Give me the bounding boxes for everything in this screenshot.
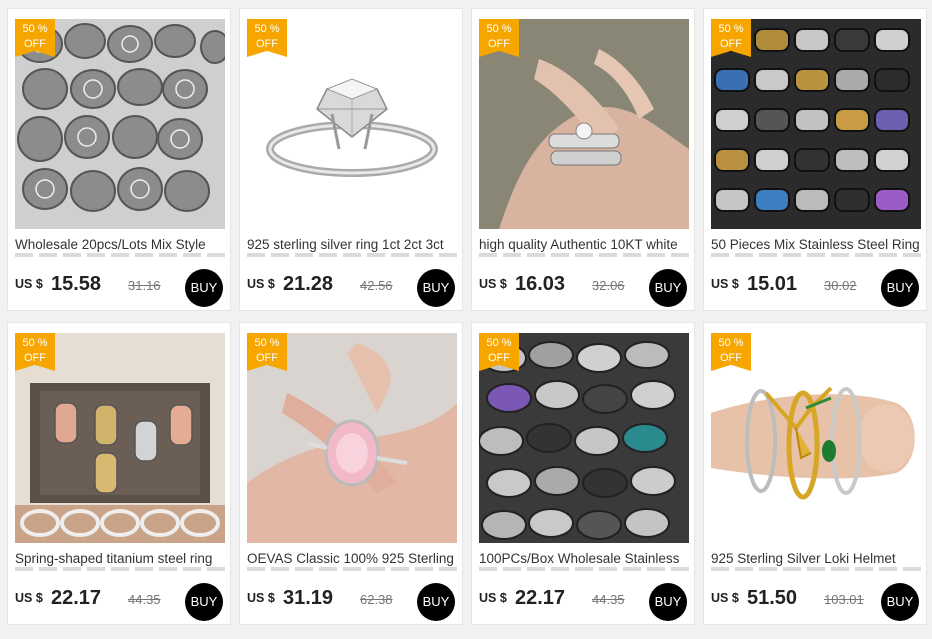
product-title[interactable]: high quality Authentic 10KT white (479, 235, 693, 253)
product-title[interactable]: Wholesale 20pcs/Lots Mix Style (15, 235, 229, 253)
product-title[interactable]: 50 Pieces Mix Stainless Steel Ring (711, 235, 925, 253)
title-overflow (479, 253, 689, 257)
original-price: 44.35 (128, 592, 161, 607)
discount-percent: 50 % (486, 23, 512, 35)
product-card[interactable]: 50 % OFF high quality Authentic 10KT whi… (471, 8, 695, 311)
product-image[interactable]: 50 % OFF (711, 333, 921, 543)
title-overflow (15, 567, 225, 571)
buy-button[interactable]: BUY (881, 269, 919, 307)
product-title[interactable]: OEVAS Classic 100% 925 Sterling (247, 549, 461, 567)
currency-label: US $ (479, 591, 507, 605)
product-image[interactable]: 50 % OFF (479, 333, 689, 543)
product-title[interactable]: Spring-shaped titanium steel ring (15, 549, 229, 567)
discount-off-label: OFF (720, 38, 742, 50)
original-price: 42.56 (360, 278, 393, 293)
discount-percent: 50 % (254, 337, 280, 349)
discount-percent: 50 % (22, 23, 48, 35)
original-price: 30.02 (824, 278, 857, 293)
sale-price: 21.28 (283, 273, 334, 295)
original-price: 103.01 (824, 592, 864, 607)
buy-button[interactable]: BUY (649, 583, 687, 621)
product-card[interactable]: 50 % OFF 50 Pieces Mix Stainless Steel R… (703, 8, 927, 311)
title-overflow (15, 253, 225, 257)
title-overflow (711, 253, 921, 257)
product-card[interactable]: 50 % OFF 925 sterling silver ring 1ct 2c… (239, 8, 463, 311)
price-row: US $ 21.28 42.56 BUY (247, 269, 457, 307)
product-image[interactable]: 50 % OFF (247, 19, 457, 229)
price-row: US $ 51.50 103.01 BUY (711, 583, 921, 621)
product-image[interactable]: 50 % OFF (15, 333, 225, 543)
price-row: US $ 31.19 62.38 BUY (247, 583, 457, 621)
sale-price: 31.19 (283, 587, 334, 609)
price-row: US $ 22.17 44.35 BUY (15, 583, 225, 621)
discount-off-label: OFF (488, 352, 510, 364)
price-row: US $ 22.17 44.35 BUY (479, 583, 689, 621)
product-title[interactable]: 100PCs/Box Wholesale Stainless (479, 549, 693, 567)
discount-off-label: OFF (24, 352, 46, 364)
buy-button[interactable]: BUY (881, 583, 919, 621)
currency-label: US $ (711, 277, 739, 291)
product-card[interactable]: 50 % OFF Wholesale 20pcs/Lots Mix Style … (7, 8, 231, 311)
discount-off-label: OFF (256, 38, 278, 50)
sale-price: 15.58 (51, 273, 102, 295)
buy-button[interactable]: BUY (417, 583, 455, 621)
discount-percent: 50 % (486, 337, 512, 349)
currency-label: US $ (15, 277, 43, 291)
discount-percent: 50 % (718, 337, 744, 349)
sale-price: 51.50 (747, 587, 798, 609)
product-image[interactable]: 50 % OFF (479, 19, 689, 229)
buy-button[interactable]: BUY (417, 269, 455, 307)
discount-percent: 50 % (254, 23, 280, 35)
sale-price: 16.03 (515, 273, 566, 295)
currency-label: US $ (479, 277, 507, 291)
original-price: 31.16 (128, 278, 161, 293)
price-row: US $ 15.58 31.16 BUY (15, 269, 225, 307)
product-card[interactable]: 50 % OFF 925 Sterling Silver Loki Helmet… (703, 322, 927, 625)
currency-label: US $ (247, 591, 275, 605)
product-image[interactable]: 50 % OFF (247, 333, 457, 543)
product-grid: 50 % OFF Wholesale 20pcs/Lots Mix Style … (0, 0, 932, 639)
product-card[interactable]: 50 % OFF Spring-shaped titanium steel ri… (7, 322, 231, 625)
product-title[interactable]: 925 sterling silver ring 1ct 2ct 3ct (247, 235, 461, 253)
original-price: 32.06 (592, 278, 625, 293)
discount-off-label: OFF (24, 38, 46, 50)
product-image[interactable]: 50 % OFF (15, 19, 225, 229)
title-overflow (247, 253, 457, 257)
product-title[interactable]: 925 Sterling Silver Loki Helmet (711, 549, 925, 567)
title-overflow (711, 567, 921, 571)
currency-label: US $ (247, 277, 275, 291)
price-row: US $ 15.01 30.02 BUY (711, 269, 921, 307)
buy-button[interactable]: BUY (185, 583, 223, 621)
price-row: US $ 16.03 32.06 BUY (479, 269, 689, 307)
product-card[interactable]: 50 % OFF 100PCs/Box Wholesale Stainless … (471, 322, 695, 625)
product-card[interactable]: 50 % OFF OEVAS Classic 100% 925 Sterling… (239, 322, 463, 625)
buy-button[interactable]: BUY (185, 269, 223, 307)
original-price: 62.38 (360, 592, 393, 607)
sale-price: 22.17 (515, 587, 566, 609)
title-overflow (479, 567, 689, 571)
buy-button[interactable]: BUY (649, 269, 687, 307)
discount-percent: 50 % (22, 337, 48, 349)
currency-label: US $ (15, 591, 43, 605)
sale-price: 15.01 (747, 273, 798, 295)
discount-off-label: OFF (720, 352, 742, 364)
discount-off-label: OFF (488, 38, 510, 50)
discount-off-label: OFF (256, 352, 278, 364)
product-image[interactable]: 50 % OFF (711, 19, 921, 229)
original-price: 44.35 (592, 592, 625, 607)
currency-label: US $ (711, 591, 739, 605)
sale-price: 22.17 (51, 587, 102, 609)
title-overflow (247, 567, 457, 571)
discount-percent: 50 % (718, 23, 744, 35)
